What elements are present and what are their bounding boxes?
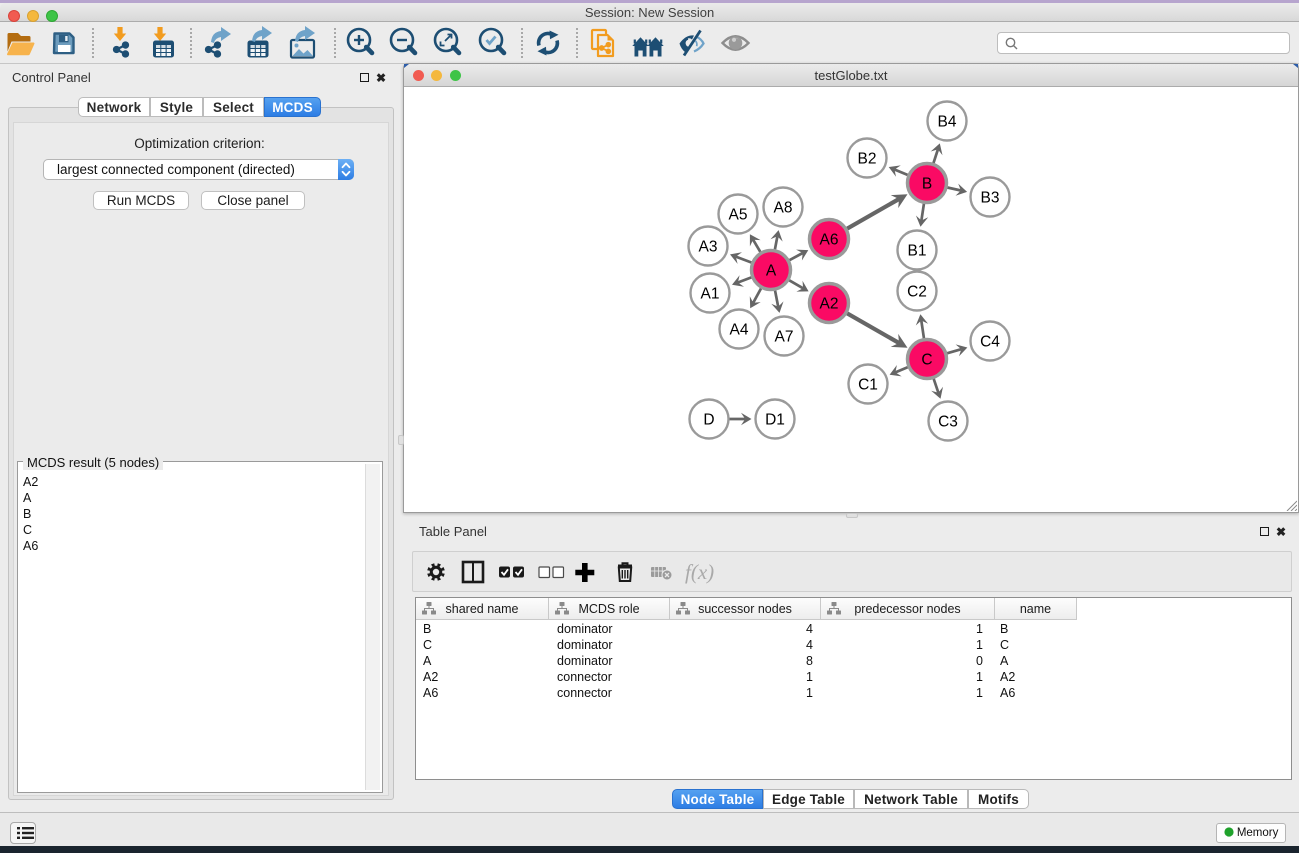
svg-text:A3: A3 (699, 239, 718, 256)
svg-text:A: A (766, 263, 777, 280)
svg-text:B4: B4 (938, 114, 957, 131)
svg-text:D: D (703, 412, 714, 429)
svg-text:f(x): f(x) (685, 560, 714, 584)
svg-text:A2: A2 (820, 296, 839, 313)
svg-text:A1: A1 (701, 286, 720, 303)
svg-text:B3: B3 (981, 190, 1000, 207)
svg-text:A4: A4 (730, 322, 749, 339)
svg-text:C4: C4 (980, 334, 1000, 351)
svg-text:C: C (921, 352, 932, 369)
svg-text:A7: A7 (775, 329, 794, 346)
svg-text:A8: A8 (774, 200, 793, 217)
svg-text:B2: B2 (858, 151, 877, 168)
svg-text:A5: A5 (729, 207, 748, 224)
svg-text:B1: B1 (908, 243, 927, 260)
svg-text:C3: C3 (938, 414, 958, 431)
svg-text:A6: A6 (820, 232, 839, 249)
svg-text:C1: C1 (858, 377, 878, 394)
svg-text:C2: C2 (907, 284, 927, 301)
svg-text:D1: D1 (765, 412, 785, 429)
svg-text:B: B (922, 176, 932, 193)
